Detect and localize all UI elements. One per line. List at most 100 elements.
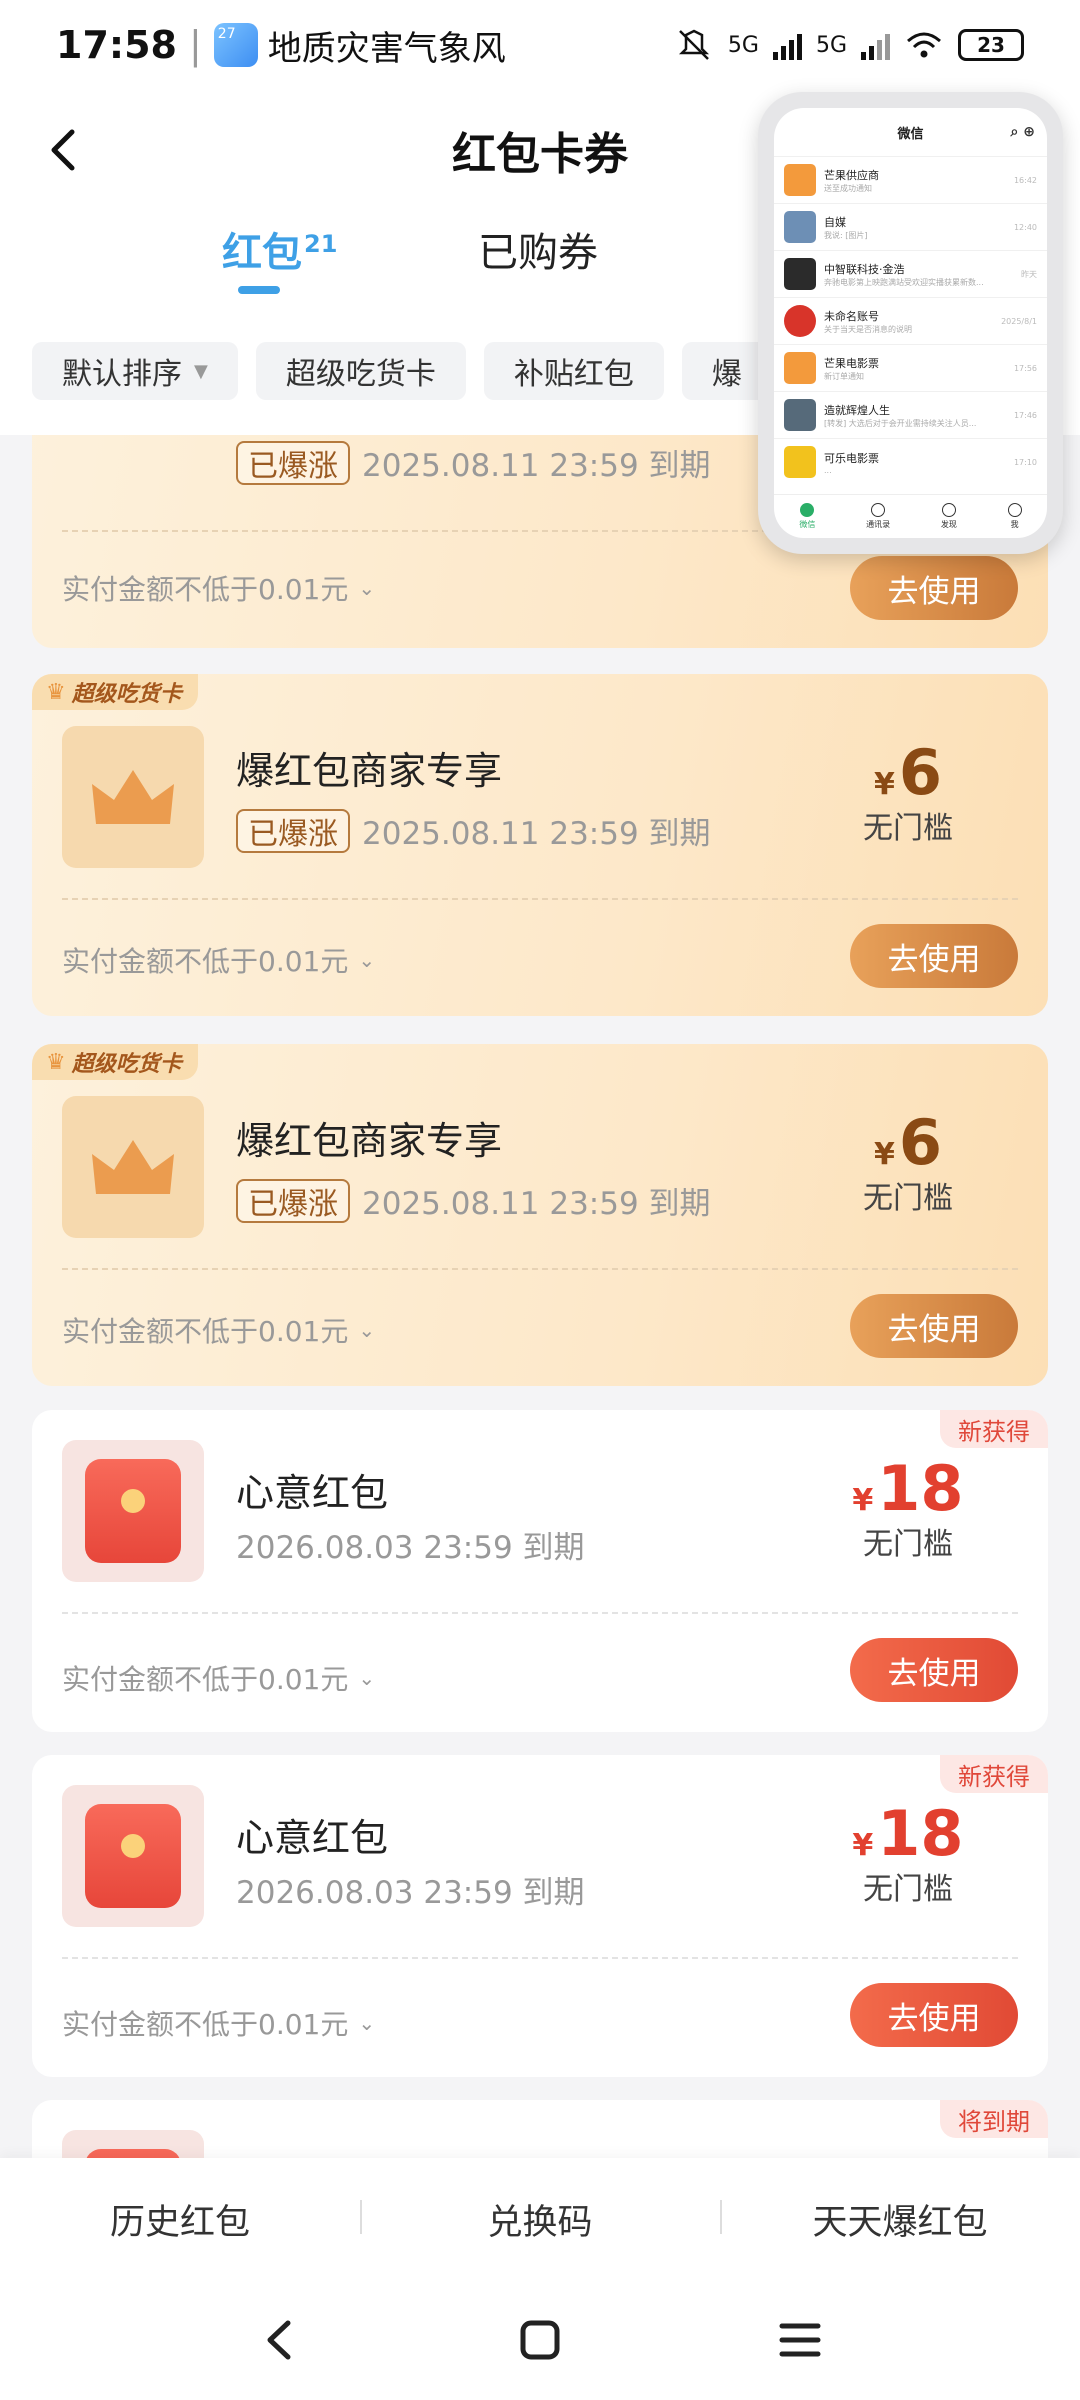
min-payment-toggle[interactable]: 实付金额不低于0.01元 ⌄ (62, 1310, 375, 1350)
newly-received-badge: 新获得 (940, 1410, 1048, 1448)
mini-avatar (784, 211, 816, 243)
daily-boom-packet-button[interactable]: 天天爆红包 (720, 2194, 1080, 2245)
mini-chat-time: 17:56 (1013, 363, 1037, 373)
currency-symbol: ¥ (873, 1137, 895, 1172)
coupon-amount: ¥6 无门槛 (838, 736, 978, 847)
coupon-meta: 2026.08.03 23:59 到期 (236, 1867, 585, 1912)
amount-value: 6 (898, 736, 942, 809)
nav-home-button[interactable] (510, 2310, 570, 2370)
amount-value: 18 (877, 1797, 964, 1870)
nav-menu-button[interactable] (770, 2310, 830, 2370)
min-payment-toggle[interactable]: 实付金额不低于0.01元 ⌄ (62, 1658, 375, 1698)
history-red-packets-button[interactable]: 历史红包 (0, 2194, 360, 2245)
coupon-card[interactable]: 新获得 心意红包 2026.08.03 23:59 到期 ¥18 无门槛 实付金… (32, 1755, 1048, 2077)
chevron-down-icon: ⌄ (358, 576, 376, 600)
chip-subsidy[interactable]: 补贴红包 (483, 342, 664, 400)
use-button[interactable]: 去使用 (850, 556, 1018, 620)
coupon-thumbnail (62, 1096, 204, 1238)
chip-super-foodie-card[interactable]: 超级吃货卡 (255, 342, 466, 400)
expiry-date: 2025.08.11 23:59 到期 (362, 448, 711, 484)
expiry-date: 2026.08.03 23:59 到期 (236, 1530, 585, 1566)
mini-avatar (784, 258, 816, 290)
mini-chat-row: 造就辉煌人生 [转发] 大选后对于会开业需持续关注人员... 17:46 (774, 391, 1047, 438)
coupon-card[interactable]: ♛ 超级吃货卡 爆红包商家专享 已爆涨 2025.08.11 23:59 到期 … (32, 674, 1048, 1016)
badge-label: 超级吃货卡 (71, 682, 182, 707)
mini-tab-me: 我 (1007, 503, 1022, 530)
mini-chat-name: 可乐电影票 (824, 451, 879, 465)
min-payment-text: 实付金额不低于0.01元 (62, 1663, 349, 1696)
mini-chat-row: 中智联科技·金浩 奔驰电影第上映跑满站受欢迎实播获累新数... 昨天 (774, 250, 1047, 297)
chevron-down-icon: ⌄ (358, 1666, 376, 1690)
min-payment-text: 实付金额不低于0.01元 (62, 2008, 349, 2041)
mini-chat-time: 2025/8/1 (1001, 316, 1037, 326)
mini-chat-row: 自媒 我说: [图片] 12:40 (774, 203, 1047, 250)
use-button[interactable]: 去使用 (850, 1294, 1018, 1358)
chip-default-sort[interactable]: 默认排序 ▼ (32, 342, 238, 400)
coupon-thumbnail (62, 1785, 204, 1927)
currency-symbol: ¥ (852, 1483, 874, 1518)
chevron-down-icon: ⌄ (358, 948, 376, 972)
coupon-meta: 2026.08.03 23:59 到期 (236, 1522, 585, 1567)
red-envelope-icon (85, 1804, 181, 1908)
redeem-code-button[interactable]: 兑换码 (360, 2194, 720, 2245)
amount-condition: 无门槛 (863, 1872, 953, 1907)
super-foodie-badge: ♛ 超级吃货卡 (32, 674, 198, 710)
mini-search-add-icons: ⌕ ⊕ (1010, 124, 1035, 140)
filter-chips: 默认排序 ▼ 超级吃货卡 补贴红包 爆 (32, 342, 772, 400)
use-button[interactable]: 去使用 (850, 1638, 1018, 1702)
mini-tab-discover: 发现 (941, 503, 957, 530)
nav-menu-icon (779, 2323, 821, 2357)
mini-avatar (784, 305, 816, 337)
amount-value: 18 (877, 1452, 964, 1525)
chip-label: 默认排序 (62, 357, 182, 392)
mini-chat-time: 17:46 (1013, 410, 1037, 420)
mini-chat-name: 芒果供应商 (824, 168, 879, 182)
mini-chat-name: 中智联科技·金浩 (824, 262, 905, 276)
red-envelope-icon (85, 1459, 181, 1563)
nav-back-button[interactable] (250, 2310, 310, 2370)
dashed-divider (62, 1268, 1018, 1270)
chevron-down-icon: ⌄ (358, 1318, 376, 1342)
dashed-divider (62, 898, 1018, 900)
tab-purchased-coupons[interactable]: 已购券 (478, 220, 598, 278)
mini-tab-chats: 微信 (799, 503, 815, 530)
expiring-soon-badge: 将到期 (940, 2100, 1048, 2138)
nav-back-icon (267, 2320, 291, 2360)
min-payment-toggle[interactable]: 实付金额不低于0.01元 ⌄ (62, 940, 375, 980)
mini-tab-label: 通讯录 (866, 520, 891, 529)
coupon-title: 心意红包 (236, 1816, 389, 1860)
floating-mini-window[interactable]: 微信 ⌕ ⊕ 芒果供应商 送至成功通知 16:42 自媒 我说: [图片] 12:4… (758, 92, 1063, 554)
min-payment-toggle[interactable]: 实付金额不低于0.01元 ⌄ (62, 2003, 375, 2043)
boosted-tag: 已爆涨 (236, 440, 350, 485)
min-payment-text: 实付金额不低于0.01元 (62, 945, 349, 978)
mini-window-content: 微信 ⌕ ⊕ 芒果供应商 送至成功通知 16:42 自媒 我说: [图片] 12:4… (774, 108, 1047, 538)
min-payment-toggle[interactable]: 实付金额不低于0.01元 ⌄ (62, 568, 375, 608)
mini-chat-row: 芒果供应商 送至成功通知 16:42 (774, 156, 1047, 203)
nav-home-icon (520, 2320, 560, 2360)
coupon-amount: ¥18 无门槛 (838, 1797, 978, 1908)
compass-icon (941, 503, 956, 517)
coupon-card[interactable]: ♛ 超级吃货卡 爆红包商家专享 已爆涨 2025.08.11 23:59 到期 … (32, 1044, 1048, 1386)
mini-chat-row: 可乐电影票... 17:10 (774, 438, 1047, 485)
currency-symbol: ¥ (852, 1828, 874, 1863)
dashed-divider (62, 1957, 1018, 1959)
expiry-date: 2025.08.11 23:59 到期 (362, 816, 711, 852)
use-button[interactable]: 去使用 (850, 924, 1018, 988)
amount-condition: 无门槛 (863, 1527, 953, 1562)
currency-symbol: ¥ (873, 767, 895, 802)
use-button[interactable]: 去使用 (850, 1983, 1018, 2047)
caret-down-icon: ▼ (194, 360, 208, 382)
coupon-card[interactable]: 新获得 心意红包 2026.08.03 23:59 到期 ¥18 无门槛 实付金… (32, 1410, 1048, 1732)
crown-icon: ♛ (46, 679, 66, 705)
tab-red-packets[interactable]: 红包21 (222, 220, 337, 278)
boosted-tag: 已爆涨 (236, 1178, 350, 1223)
mini-chat-row: 芒果电影票 新订单通知 17:56 (774, 344, 1047, 391)
dashed-divider (62, 1612, 1018, 1614)
bottom-action-bar: 历史红包 兑换码 天天爆红包 (0, 2158, 1080, 2280)
expiry-date: 2025.08.11 23:59 到期 (362, 1186, 711, 1222)
mini-chat-msg: 我说: [图片] (824, 230, 868, 240)
mini-title-bar: 微信 ⌕ ⊕ (774, 108, 1047, 156)
crown-icon (92, 1140, 174, 1194)
mini-avatar (784, 446, 816, 478)
mini-tab-label: 我 (1010, 520, 1019, 529)
